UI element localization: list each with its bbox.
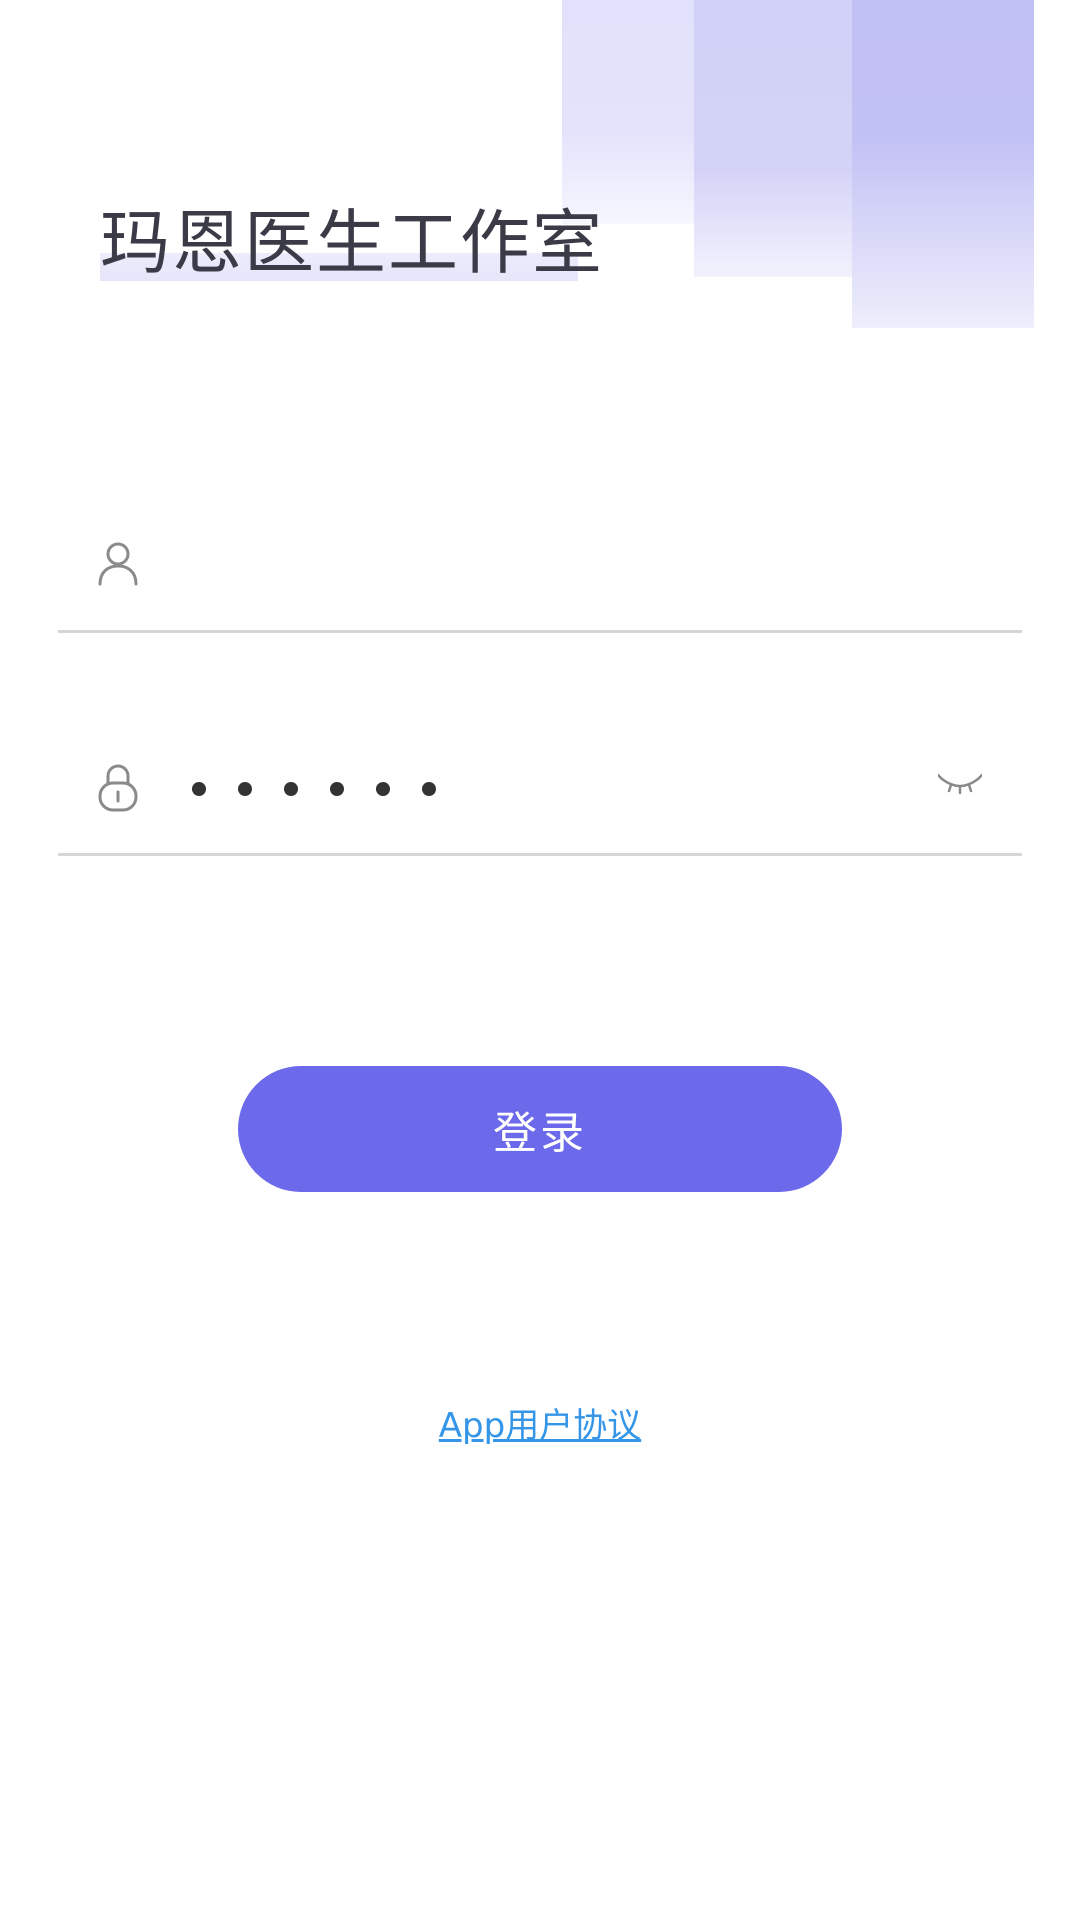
username-field	[58, 530, 1022, 633]
lock-icon	[96, 763, 140, 813]
eye-closed-icon[interactable]	[936, 771, 984, 799]
password-mask-dot	[238, 782, 252, 796]
page-title: 玛恩医生工作室	[100, 202, 604, 284]
page-title-block: 玛恩医生工作室	[100, 198, 604, 288]
password-input[interactable]	[192, 761, 436, 817]
password-mask-dot	[422, 782, 436, 796]
password-mask-dot	[330, 782, 344, 796]
user-icon	[96, 540, 140, 590]
password-mask-dot	[376, 782, 390, 796]
password-field	[58, 753, 1022, 856]
decorative-block	[694, 0, 852, 277]
password-mask-dot	[284, 782, 298, 796]
login-button[interactable]: 登录	[238, 1066, 842, 1192]
decorative-block	[562, 0, 694, 224]
username-input[interactable]	[192, 534, 956, 600]
password-mask-dot	[192, 782, 206, 796]
decorative-block	[852, 0, 1034, 328]
user-agreement-link[interactable]: App用户协议	[0, 1398, 1080, 1447]
